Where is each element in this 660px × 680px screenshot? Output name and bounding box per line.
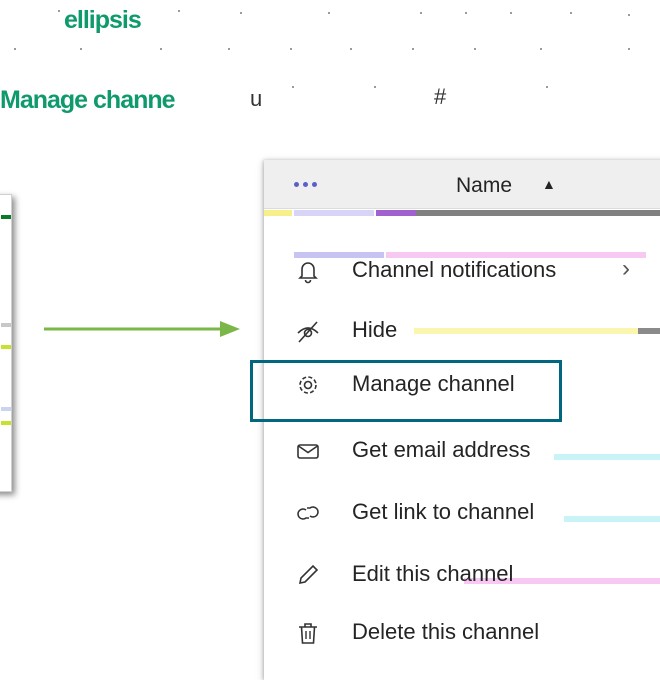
channel-context-menu: Name ▲ Channel notifications › Hide Mana… — [250, 160, 660, 680]
menu-item-delete-channel[interactable]: Delete this channel — [264, 604, 660, 664]
heading-ellipsis: ellipsis — [64, 6, 142, 34]
sort-ascending-icon[interactable]: ▲ — [542, 176, 556, 192]
menu-item-label: Delete this channel — [352, 619, 540, 644]
stripe — [1, 407, 11, 411]
menu-item-label: Edit this channel — [352, 561, 514, 586]
menu-item-label: Hide — [352, 317, 398, 342]
menu-item-label: Channel notifications — [352, 257, 557, 282]
stripe — [1, 421, 11, 425]
stripe — [1, 345, 11, 349]
glitch-band — [416, 210, 660, 216]
pointer-arrow — [44, 321, 240, 337]
chevron-right-icon: › — [622, 255, 630, 282]
stray-hash: # — [434, 84, 447, 109]
menu-item-manage-channel[interactable]: Manage channel — [250, 356, 660, 422]
name-column-header[interactable]: Name — [456, 174, 512, 198]
menu-item-get-email-address[interactable]: Get email address — [264, 422, 660, 482]
glitch-band — [376, 210, 416, 216]
heading-manage-channel: Manage channe — [0, 86, 176, 114]
link-icon — [297, 506, 319, 520]
menu-item-edit-channel[interactable]: Edit this channel — [264, 546, 660, 606]
eye-off-icon — [297, 321, 319, 343]
left-window-fragment — [0, 194, 12, 492]
stray-letter: u — [250, 86, 263, 111]
menu-item-get-link[interactable]: Get link to channel — [264, 484, 660, 544]
bell-icon — [298, 262, 318, 284]
mail-icon — [297, 444, 319, 459]
pencil-icon — [298, 564, 319, 585]
menu-item-channel-notifications[interactable]: Channel notifications › — [264, 242, 660, 302]
glitch-band — [294, 210, 374, 216]
stripe — [1, 323, 11, 327]
glitch-band — [264, 210, 292, 216]
trash-icon — [299, 623, 317, 644]
menu-item-label: Get link to channel — [352, 499, 535, 524]
stripe — [1, 215, 11, 219]
menu-item-label: Manage channel — [352, 371, 515, 396]
menu-item-label: Get email address — [352, 437, 531, 462]
menu-item-hide[interactable]: Hide — [264, 302, 660, 362]
more-options-icon[interactable] — [294, 182, 317, 187]
gear-icon — [299, 376, 317, 394]
menu-header: Name ▲ — [264, 160, 660, 209]
